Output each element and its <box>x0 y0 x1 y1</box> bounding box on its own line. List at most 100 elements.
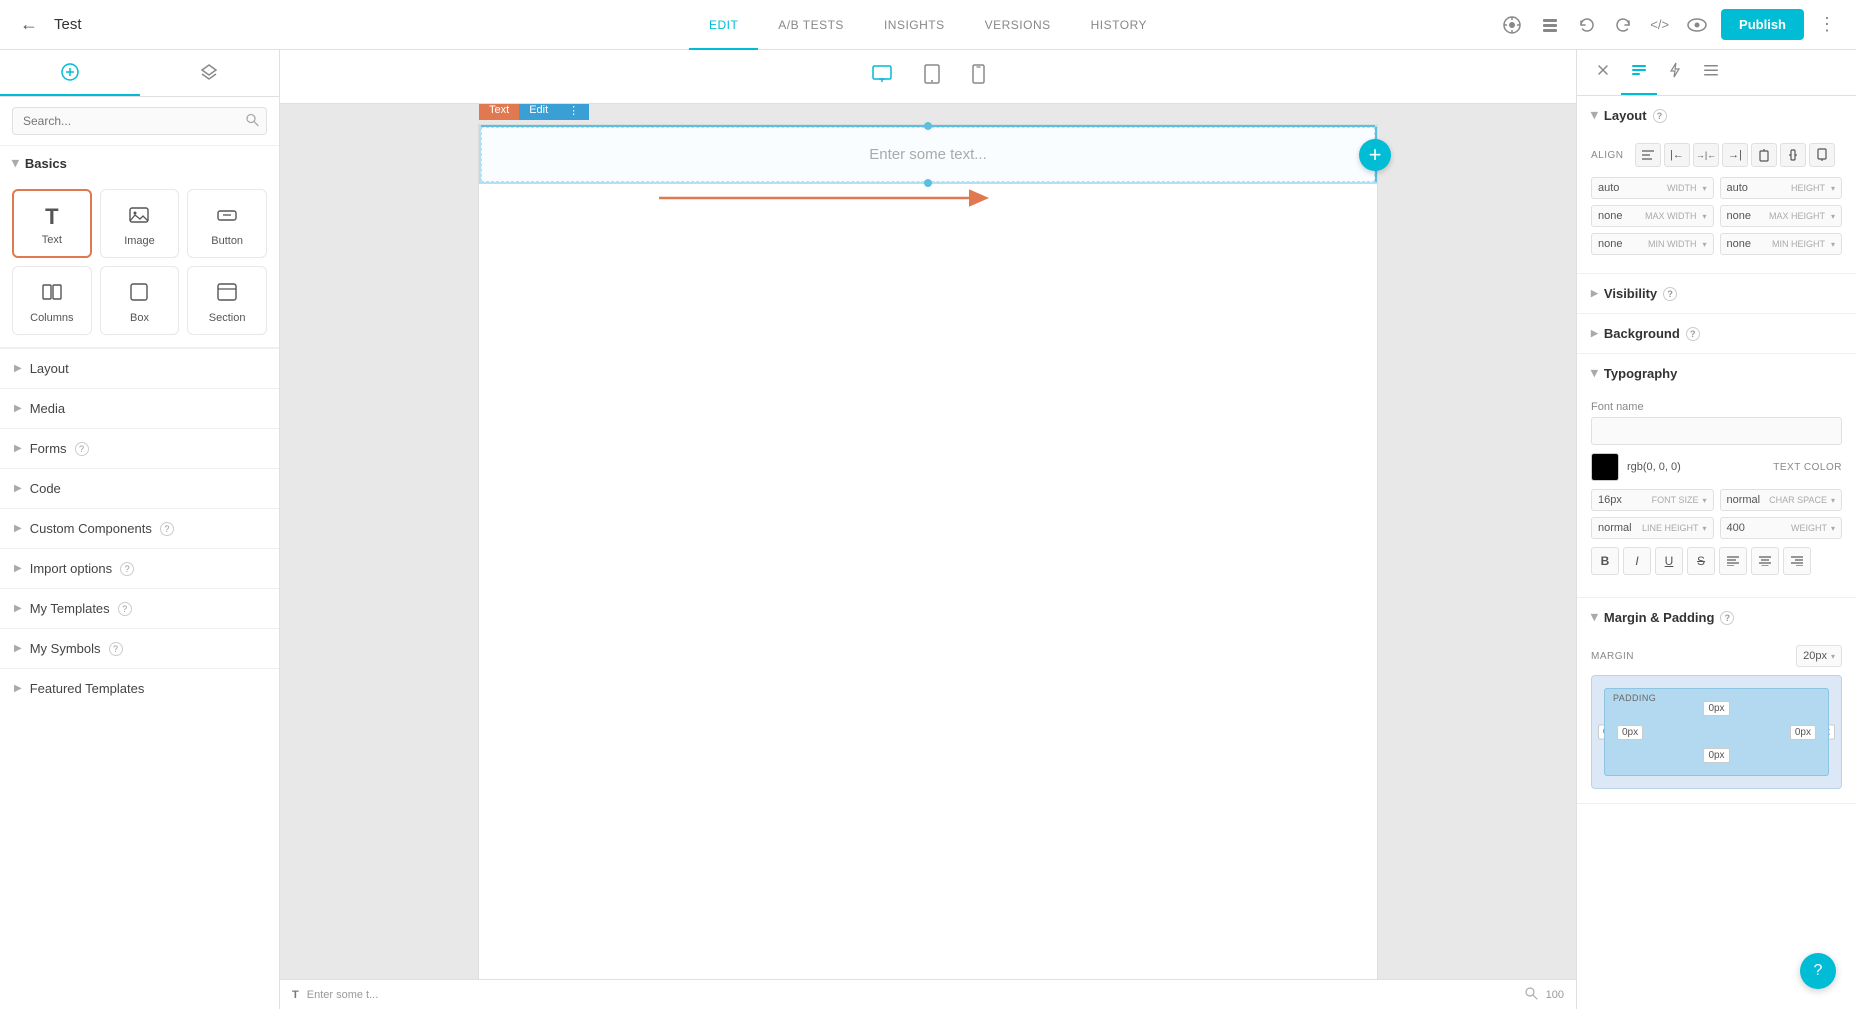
templates-help-icon[interactable]: ? <box>118 602 132 616</box>
rp-layout-help[interactable]: ? <box>1653 109 1667 123</box>
undo-button[interactable] <box>1574 12 1600 38</box>
rp-background-arrow: ▶ <box>1591 328 1598 339</box>
line-height-field[interactable]: normal LINE HEIGHT ▾ <box>1591 517 1714 539</box>
rp-background-header[interactable]: ▶ Background ? <box>1577 314 1856 353</box>
font-size-field[interactable]: 16px FONT SIZE ▾ <box>1591 489 1714 511</box>
rp-background-help[interactable]: ? <box>1686 327 1700 341</box>
padding-top-value[interactable]: 0px <box>1703 701 1729 716</box>
search-input[interactable] <box>12 107 267 135</box>
custom-components-toggle[interactable]: ▶ Custom Components ? <box>0 509 279 548</box>
redo-button[interactable] <box>1610 12 1636 38</box>
canvas-row[interactable]: Text Edit ⋮ Enter some text... <box>479 125 1377 184</box>
preview-button[interactable] <box>1683 11 1711 39</box>
tab-versions[interactable]: VERSIONS <box>965 0 1071 50</box>
import-options-toggle[interactable]: ▶ Import options ? <box>0 549 279 588</box>
text-element[interactable]: Enter some text... <box>481 127 1375 182</box>
underline-button[interactable]: U <box>1655 547 1683 575</box>
align-left-text-btn[interactable] <box>1719 547 1747 575</box>
left-panel: ▶ Basics T Text Image <box>0 50 280 1009</box>
align-center-vertical-btn[interactable]: |← <box>1664 143 1690 167</box>
resize-handle-top[interactable] <box>924 122 932 130</box>
add-element-button[interactable]: + <box>1359 139 1391 171</box>
element-more-label[interactable]: ⋮ <box>558 104 589 120</box>
rp-tab-close[interactable] <box>1585 50 1621 95</box>
rp-typography-header[interactable]: ▶ Typography <box>1577 354 1856 393</box>
italic-button[interactable]: I <box>1623 547 1651 575</box>
min-width-value: none <box>1598 238 1644 250</box>
tablet-device-btn[interactable] <box>916 60 948 93</box>
align-bottom-btn[interactable] <box>1809 143 1835 167</box>
rp-mp-header[interactable]: ▶ Margin & Padding ? <box>1577 598 1856 637</box>
back-button[interactable]: ← <box>16 10 42 39</box>
align-middle-btn[interactable] <box>1780 143 1806 167</box>
code-button[interactable]: </> <box>1646 13 1673 36</box>
padding-bottom-value[interactable]: 0px <box>1703 748 1729 763</box>
padding-left-value[interactable]: 0px <box>1617 725 1643 740</box>
rp-visibility-header[interactable]: ▶ Visibility ? <box>1577 274 1856 313</box>
rp-tab-lightning[interactable] <box>1657 50 1693 95</box>
tab-history[interactable]: HISTORY <box>1071 0 1167 50</box>
my-templates-toggle[interactable]: ▶ My Templates ? <box>0 589 279 628</box>
text-color-swatch[interactable] <box>1591 453 1619 481</box>
comp-columns[interactable]: Columns <box>12 266 92 335</box>
basics-section-header[interactable]: ▶ Basics <box>0 146 279 181</box>
rp-tab-style[interactable] <box>1621 50 1657 95</box>
min-height-field[interactable]: none MIN HEIGHT ▾ <box>1720 233 1843 255</box>
bold-button[interactable]: B <box>1591 547 1619 575</box>
my-symbols-toggle[interactable]: ▶ My Symbols ? <box>0 629 279 668</box>
rp-visibility-help[interactable]: ? <box>1663 287 1677 301</box>
font-name-input[interactable] <box>1591 417 1842 445</box>
target-icon-btn[interactable] <box>1498 11 1526 39</box>
text-color-row: rgb(0, 0, 0) TEXT COLOR <box>1591 453 1842 481</box>
width-field[interactable]: auto WIDTH ▾ <box>1591 177 1714 199</box>
align-center-text-btn[interactable] <box>1751 547 1779 575</box>
align-right-btn[interactable]: →| <box>1722 143 1748 167</box>
tab-insights[interactable]: INSIGHTS <box>864 0 965 50</box>
forms-section-toggle[interactable]: ▶ Forms ? <box>0 429 279 468</box>
align-top-btn[interactable] <box>1751 143 1777 167</box>
resize-handle-bottom[interactable] <box>924 179 932 187</box>
element-edit-label[interactable]: Edit <box>519 104 558 120</box>
layers-icon-btn[interactable] <box>1536 11 1564 39</box>
code-section-toggle[interactable]: ▶ Code <box>0 469 279 508</box>
forms-help-icon[interactable]: ? <box>75 442 89 456</box>
align-right-text-btn[interactable] <box>1783 547 1811 575</box>
max-width-field[interactable]: none MAX WIDTH ▾ <box>1591 205 1714 227</box>
strikethrough-button[interactable]: S <box>1687 547 1715 575</box>
comp-section[interactable]: Section <box>187 266 267 335</box>
help-float-button[interactable]: ? <box>1800 953 1836 989</box>
canvas-wrap[interactable]: Text Edit ⋮ Enter some text... <box>280 104 1576 1009</box>
rp-layout-header[interactable]: ▶ Layout ? <box>1577 96 1856 135</box>
comp-box[interactable]: Box <box>100 266 180 335</box>
comp-image[interactable]: Image <box>100 189 180 258</box>
publish-button[interactable]: Publish <box>1721 9 1804 40</box>
comp-button[interactable]: Button <box>187 189 267 258</box>
left-tab-layers[interactable] <box>140 50 280 96</box>
mobile-device-btn[interactable] <box>964 60 993 93</box>
more-options-button[interactable]: ⋮ <box>1814 10 1840 39</box>
import-help-icon[interactable]: ? <box>120 562 134 576</box>
left-tab-add[interactable] <box>0 50 140 96</box>
desktop-device-btn[interactable] <box>864 61 900 92</box>
comp-text[interactable]: T Text <box>12 189 92 258</box>
rp-mp-help[interactable]: ? <box>1720 611 1734 625</box>
rp-tab-menu[interactable] <box>1693 50 1729 95</box>
symbols-help-icon[interactable]: ? <box>109 642 123 656</box>
padding-right-value[interactable]: 0px <box>1790 725 1816 740</box>
tab-ab-tests[interactable]: A/B TESTS <box>758 0 864 50</box>
weight-field[interactable]: 400 WEIGHT ▾ <box>1720 517 1843 539</box>
align-spread-btn[interactable]: →|← <box>1693 143 1719 167</box>
char-space-field[interactable]: normal CHAR SPACE ▾ <box>1720 489 1843 511</box>
tab-edit[interactable]: EDIT <box>689 0 758 50</box>
max-height-field[interactable]: none MAX HEIGHT ▾ <box>1720 205 1843 227</box>
featured-templates-toggle[interactable]: ▶ Featured Templates <box>0 669 279 708</box>
margin-value-field[interactable]: 20px ▾ <box>1796 645 1842 667</box>
height-field[interactable]: auto HEIGHT ▾ <box>1720 177 1843 199</box>
code-label: Code <box>30 481 61 496</box>
align-left-btn[interactable] <box>1635 143 1661 167</box>
min-width-field[interactable]: none MIN WIDTH ▾ <box>1591 233 1714 255</box>
custom-help-icon[interactable]: ? <box>160 522 174 536</box>
element-text-label[interactable]: Text <box>479 104 519 120</box>
layout-section-toggle[interactable]: ▶ Layout <box>0 349 279 388</box>
media-section-toggle[interactable]: ▶ Media <box>0 389 279 428</box>
